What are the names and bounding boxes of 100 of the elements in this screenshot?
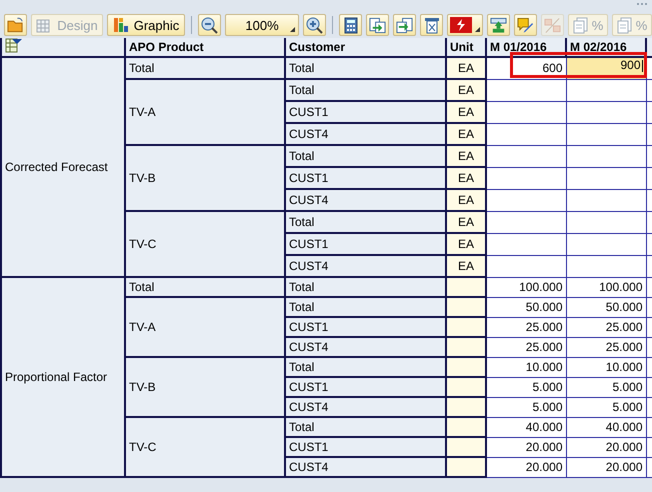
key-figure-cell: Corrected Forecast (1, 57, 125, 277)
grip-icon (636, 2, 648, 6)
value-cell[interactable]: 25.000 (486, 337, 566, 357)
value-cell[interactable]: 50.000 (566, 297, 646, 317)
unit-cell: EA (446, 189, 486, 211)
value-cell[interactable]: 20.000 (486, 457, 566, 477)
unit-cell: EA (446, 145, 486, 167)
value-cell[interactable]: 50.000 (486, 297, 566, 317)
unit-cell: EA (446, 101, 486, 123)
customer-cell: Total (285, 57, 446, 79)
product-cell: TV-B (125, 145, 285, 211)
caret-icon (290, 27, 295, 32)
value-cell[interactable] (566, 255, 646, 277)
value-cell[interactable]: 5.000 (566, 397, 646, 417)
value-cell[interactable]: 5.000 (486, 377, 566, 397)
customer-cell: CUST1 (285, 317, 446, 337)
column-header: Customer (285, 38, 446, 57)
value-cell[interactable] (486, 211, 566, 233)
toolbar-button[interactable] (514, 14, 537, 36)
unit-cell (446, 297, 486, 317)
document-arrow-icon (396, 16, 413, 34)
key-figure-cell: Proportional Factor (1, 277, 125, 477)
value-cell[interactable] (486, 233, 566, 255)
customer-cell: CUST1 (285, 437, 446, 457)
value-cell[interactable]: 100.000 (486, 277, 566, 297)
customer-cell: CUST4 (285, 457, 446, 477)
value-cell[interactable]: 40.000 (566, 417, 646, 437)
value-cell[interactable] (566, 101, 646, 123)
toolbar-button[interactable] (366, 14, 389, 36)
toolbar-button[interactable] (447, 14, 483, 36)
upload-icon (490, 16, 507, 34)
unit-cell: EA (446, 233, 486, 255)
value-cell[interactable] (566, 123, 646, 145)
toolbar-button[interactable] (4, 14, 27, 36)
value-cell[interactable] (566, 233, 646, 255)
value-cell[interactable]: 20.000 (566, 457, 646, 477)
unit-cell: EA (446, 167, 486, 189)
value-cell[interactable] (566, 79, 646, 101)
customer-cell: CUST1 (285, 377, 446, 397)
toolbar-button[interactable] (303, 14, 326, 36)
value-cell[interactable]: 25.000 (566, 337, 646, 357)
value-cell[interactable] (486, 145, 566, 167)
toolbar-button[interactable] (198, 14, 221, 36)
customer-cell: Total (285, 79, 446, 101)
zoom-in-icon (306, 16, 323, 34)
product-cell: Total (125, 57, 285, 79)
toolbar-button[interactable] (393, 14, 416, 36)
unit-cell (446, 437, 486, 457)
product-cell: TV-A (125, 79, 285, 145)
zoom-dropdown[interactable]: 100% (225, 14, 299, 36)
document-icon (616, 16, 633, 34)
unit-cell (446, 337, 486, 357)
column-header: APO Product (125, 38, 285, 57)
value-cell[interactable]: 10.000 (486, 357, 566, 377)
customer-cell: CUST1 (285, 167, 446, 189)
value-cell[interactable] (486, 189, 566, 211)
toolbar-button[interactable] (487, 14, 510, 36)
value-cell[interactable] (486, 79, 566, 101)
pencil-note-icon (517, 16, 534, 34)
value-cell[interactable] (486, 123, 566, 145)
value-cell[interactable]: 5.000 (566, 377, 646, 397)
toolbar-button[interactable]: Graphic (107, 14, 185, 36)
value-cell[interactable]: 25.000 (486, 317, 566, 337)
value-cell[interactable] (566, 145, 646, 167)
product-cell: TV-A (125, 297, 285, 357)
layout-icon[interactable] (5, 38, 23, 53)
product-cell: TV-C (125, 417, 285, 477)
value-cell[interactable] (566, 189, 646, 211)
unit-cell: EA (446, 211, 486, 233)
value-cell[interactable] (566, 167, 646, 189)
customer-cell: Total (285, 297, 446, 317)
value-cell[interactable]: 25.000 (566, 317, 646, 337)
value-cell[interactable]: 20.000 (486, 437, 566, 457)
unit-cell: EA (446, 255, 486, 277)
unit-cell (446, 417, 486, 437)
toolbar-button[interactable] (420, 14, 443, 36)
value-cell[interactable] (486, 167, 566, 189)
unit-cell (446, 457, 486, 477)
value-cell[interactable]: 5.000 (486, 397, 566, 417)
value-cell[interactable]: 10.000 (566, 357, 646, 377)
document-arrow-icon (369, 16, 386, 34)
column-header: Unit (446, 38, 486, 57)
product-cell: TV-C (125, 211, 285, 277)
bar-chart-icon (112, 17, 131, 33)
unit-cell (446, 357, 486, 377)
value-cell[interactable] (486, 255, 566, 277)
customer-cell: CUST4 (285, 189, 446, 211)
value-cell[interactable]: 40.000 (486, 417, 566, 437)
unit-cell (446, 317, 486, 337)
value-cell[interactable] (486, 101, 566, 123)
value-cell[interactable]: 20.000 (566, 437, 646, 457)
toolbar-button[interactable] (339, 14, 362, 36)
value-cell[interactable] (566, 211, 646, 233)
document-icon (572, 16, 589, 34)
value-cell[interactable]: 100.000 (566, 277, 646, 297)
unit-cell: EA (446, 123, 486, 145)
customer-cell: CUST1 (285, 101, 446, 123)
calculator-icon (344, 16, 358, 34)
customer-cell: Total (285, 277, 446, 297)
customer-cell: CUST1 (285, 233, 446, 255)
